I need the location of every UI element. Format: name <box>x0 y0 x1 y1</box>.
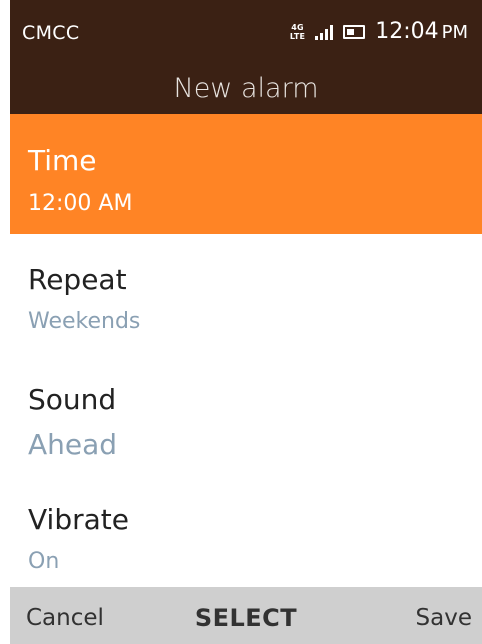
setting-value: Weekends <box>28 309 141 334</box>
signal-icon <box>315 24 334 40</box>
setting-value: On <box>28 549 60 574</box>
new-alarm-screen: CMCC 4G LTE 12:04 PM New alarm Time 12:00… <box>10 0 482 644</box>
battery-icon <box>343 25 366 39</box>
clock-ampm: PM <box>441 21 468 43</box>
setting-item-vibrate[interactable]: Vibrate On <box>10 474 482 594</box>
status-clock: 12:04 PM <box>375 18 468 47</box>
save-softkey[interactable]: Save <box>416 587 472 644</box>
setting-item-time[interactable]: Time 12:00 AM <box>10 114 482 234</box>
select-softkey[interactable]: SELECT <box>10 587 482 644</box>
page-title: New alarm <box>10 64 482 114</box>
clock-time: 12:04 <box>375 18 439 44</box>
carrier-name: CMCC <box>22 22 80 44</box>
status-bar: CMCC 4G LTE 12:04 PM <box>10 0 482 64</box>
setting-label: Repeat <box>28 263 127 296</box>
network-type-label: 4G <box>291 23 304 32</box>
setting-label: Sound <box>28 383 117 416</box>
softkey-bar: Cancel SELECT Save <box>10 587 482 644</box>
status-indicators: 4G LTE 12:04 PM <box>290 18 468 46</box>
setting-label: Time <box>28 144 97 177</box>
setting-item-sound[interactable]: Sound Ahead <box>10 354 482 474</box>
setting-value: 12:00 AM <box>28 191 133 216</box>
network-lte-label: LTE <box>289 32 306 41</box>
setting-value: Ahead <box>28 428 118 461</box>
setting-item-repeat[interactable]: Repeat Weekends <box>10 234 482 354</box>
setting-label: Vibrate <box>28 503 129 536</box>
network-4g-lte-icon: 4G LTE <box>290 23 305 41</box>
